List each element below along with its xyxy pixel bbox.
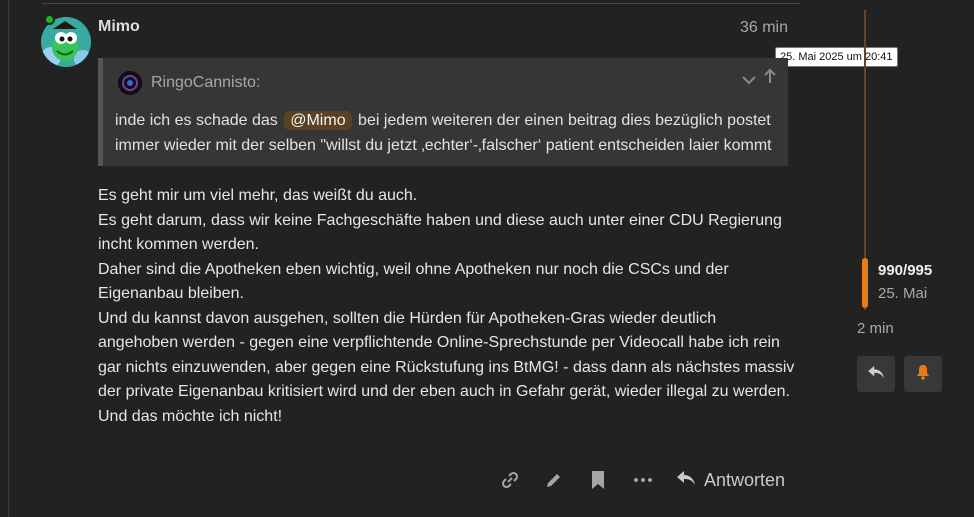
timeline-post-count: 990/995 [878,262,933,279]
left-border [8,0,9,517]
go-to-quoted-post-icon[interactable] [764,68,776,89]
body-paragraph: Es geht mir um viel mehr, das weißt du a… [98,187,418,204]
timeline-date: 25. Mai [878,285,928,302]
timeline-last-post-time[interactable]: 2 min [857,320,894,337]
reply-button[interactable]: Antworten [676,466,785,494]
user-mention[interactable]: @Mimo [284,111,352,130]
bell-icon [915,364,931,385]
quote-author-avatar[interactable] [118,71,142,95]
timeline-reply-button[interactable] [857,356,895,392]
reply-icon [676,470,696,491]
expand-quote-icon[interactable] [742,72,756,88]
reply-label: Antworten [704,469,786,490]
post-username[interactable]: Mimo [98,18,140,36]
post-timestamp[interactable]: 36 min [740,19,788,37]
post-body: Es geht mir um viel mehr, das weißt du a… [98,184,798,429]
more-icon[interactable] [629,466,657,494]
post-separator [42,3,800,4]
quote-text: inde ich es schade das @Mimo bei jedem w… [115,108,785,158]
body-paragraph: Und du kannst davon ausgehen, sollten di… [98,309,795,425]
online-status-indicator [44,14,55,25]
quote-text-before: inde ich es schade das [115,112,278,129]
quote-author-name[interactable]: RingoCannisto: [151,74,260,92]
timeline-handle[interactable] [862,258,868,308]
body-paragraph: Es geht darum, dass wir keine Fachgeschä… [98,211,782,254]
body-paragraph: Daher sind die Apotheken eben wichtig, w… [98,260,729,303]
pencil-icon[interactable] [540,466,568,494]
reply-icon [867,365,885,384]
post-actions: Antworten [496,466,796,496]
notification-button[interactable] [904,356,942,392]
bookmark-icon[interactable] [584,466,612,494]
quote-block: RingoCannisto: inde ich es schade das @M… [98,58,788,166]
link-icon[interactable] [496,466,524,494]
timestamp-tooltip: 25. Mai 2025 um 20:41 [775,47,898,67]
